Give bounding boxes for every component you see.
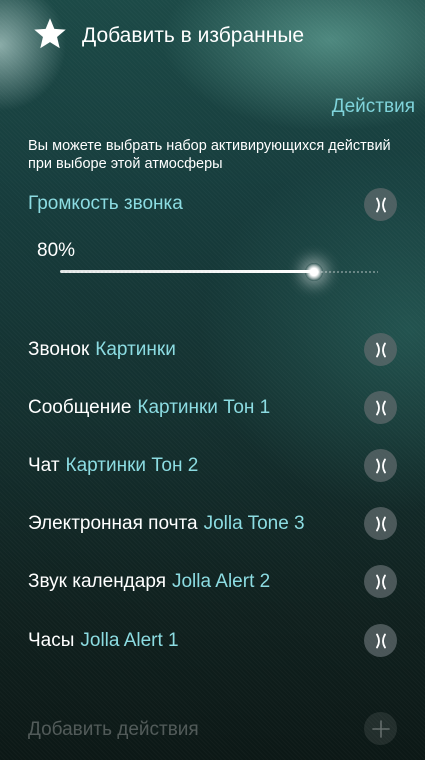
action-name: Электронная почта (28, 513, 198, 534)
section-header: Действия (331, 96, 415, 117)
action-name: Звонок (28, 339, 90, 360)
action-value[interactable]: Картинки Тон 2 (66, 455, 199, 476)
action-value[interactable]: Jolla Alert 1 (80, 630, 178, 651)
add-to-favorites-row[interactable]: Добавить в избранные (0, 10, 425, 58)
action-name: Часы (28, 630, 75, 651)
remove-action-button[interactable] (364, 624, 397, 657)
action-value[interactable]: Jolla Alert 2 (172, 571, 270, 592)
remove-action-button[interactable] (364, 565, 397, 598)
close-icon (375, 574, 386, 589)
ringtone-volume-label: Громкость звонка (28, 193, 183, 214)
remove-volume-button[interactable] (364, 188, 397, 221)
action-name: Звук календаря (28, 571, 166, 592)
description-text: Вы можете выбрать набор активирующихся д… (28, 138, 391, 172)
remove-action-button[interactable] (364, 449, 397, 482)
remove-action-button[interactable] (364, 333, 397, 366)
action-value[interactable]: Jolla Tone 3 (204, 513, 305, 534)
close-icon (375, 197, 386, 212)
action-name: Сообщение (28, 397, 132, 418)
action-row-message[interactable]: Сообщение Картинки Тон 1 (0, 388, 425, 428)
action-row-ringtone[interactable]: Звонок Картинки (0, 330, 425, 370)
action-name: Чат (28, 455, 60, 476)
add-to-favorites-label: Добавить в избранные (82, 24, 305, 47)
action-row-email[interactable]: Электронная почта Jolla Tone 3 (0, 504, 425, 544)
add-action-button[interactable] (364, 712, 397, 745)
slider-handle[interactable] (305, 263, 324, 281)
action-row-calendar-sound[interactable]: Звук календаря Jolla Alert 2 (0, 562, 425, 602)
close-icon (375, 516, 386, 531)
slider-fill (60, 270, 315, 273)
close-icon (375, 633, 386, 648)
action-row-chat[interactable]: Чат Картинки Тон 2 (0, 446, 425, 486)
plus-icon (371, 719, 390, 738)
close-icon (375, 400, 386, 415)
close-icon (375, 342, 386, 357)
close-icon (375, 458, 386, 473)
remove-action-button[interactable] (364, 507, 397, 540)
action-value[interactable]: Картинки Тон 1 (137, 397, 270, 418)
volume-value: 80% (37, 240, 76, 261)
remove-action-button[interactable] (364, 391, 397, 424)
star-icon (34, 18, 66, 49)
volume-slider[interactable] (60, 262, 378, 282)
add-actions-label: Добавить действия (28, 719, 199, 740)
action-row-clock[interactable]: Часы Jolla Alert 1 (0, 621, 425, 661)
action-value[interactable]: Картинки (95, 339, 176, 360)
